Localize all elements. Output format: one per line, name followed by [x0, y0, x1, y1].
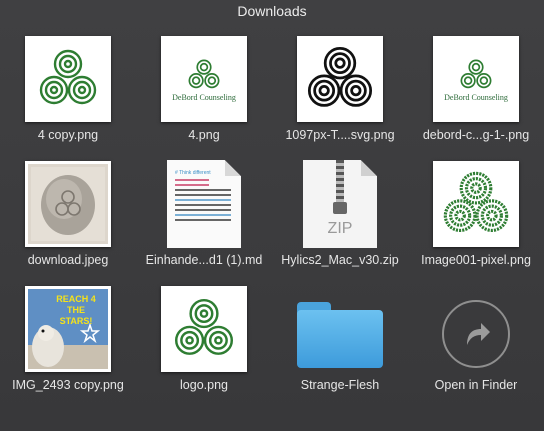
file-item-markdown[interactable]: # Think different Einhande...d1 (1).md	[136, 151, 272, 276]
file-item-4-copy[interactable]: 4 copy.png	[0, 26, 136, 151]
logo-thumbnail: DeBord Counseling	[161, 36, 247, 122]
stone-photo-thumbnail	[25, 161, 111, 247]
triskele-pixel-thumbnail	[433, 161, 519, 247]
file-label: Image001-pixel.png	[421, 253, 531, 267]
folder-thumbnail	[297, 286, 383, 372]
logo-thumbnail: DeBord Counseling	[433, 36, 519, 122]
triskele-icon	[39, 49, 97, 105]
doc-heading: # Think different	[175, 170, 211, 176]
document-thumbnail: # Think different	[161, 160, 247, 248]
stone-photo-icon	[31, 167, 105, 241]
zip-thumbnail: ZIP	[297, 160, 383, 248]
file-item-1097px[interactable]: 1097px-T....svg.png	[272, 26, 408, 151]
triskele-icon	[307, 46, 373, 107]
logo-text: DeBord Counseling	[444, 92, 508, 102]
file-item-logo[interactable]: logo.png	[136, 276, 272, 401]
downloads-stack: Downloads 4 copy.png DeBord Counseling 4…	[0, 0, 544, 431]
file-item-download-jpeg[interactable]: download.jpeg	[0, 151, 136, 276]
file-label: 4 copy.png	[37, 128, 99, 142]
file-item-img2493[interactable]: REACH 4 THE STARS! IMG_2493 copy.png	[0, 276, 136, 401]
file-label: download.jpeg	[27, 253, 109, 267]
poster-text: REACH 4 THE STARS!	[56, 294, 96, 326]
zip-text: ZIP	[327, 220, 353, 237]
logo-text: DeBord Counseling	[172, 92, 236, 102]
triskele-thumbnail	[297, 36, 383, 122]
poster-photo-thumbnail: REACH 4 THE STARS!	[25, 286, 111, 372]
triskele-icon	[188, 59, 220, 88]
folder-item-strange-flesh[interactable]: Strange-Flesh	[272, 276, 408, 401]
triskele-thumbnail	[161, 286, 247, 372]
markdown-document-icon: # Think different	[167, 160, 241, 248]
open-in-finder-button[interactable]: Open in Finder	[408, 276, 544, 401]
file-label: logo.png	[180, 378, 228, 392]
triskele-icon	[460, 59, 492, 88]
file-item-4[interactable]: DeBord Counseling 4.png	[136, 26, 272, 151]
arrow-curved-icon	[442, 300, 510, 368]
triskele-icon	[443, 171, 509, 233]
file-item-image001[interactable]: Image001-pixel.png	[408, 151, 544, 276]
file-label: 1097px-T....svg.png	[285, 128, 395, 142]
zip-archive-icon: ZIP	[303, 160, 377, 248]
finder-thumbnail	[433, 286, 519, 372]
file-label: 4.png	[188, 128, 220, 142]
file-label: Einhande...d1 (1).md	[145, 253, 263, 267]
triskele-thumbnail	[25, 36, 111, 122]
stack-title: Downloads	[237, 3, 307, 19]
file-item-debord[interactable]: DeBord Counseling debord-c...g-1-.png	[408, 26, 544, 151]
file-label: debord-c...g-1-.png	[422, 128, 530, 142]
file-label: IMG_2493 copy.png	[12, 378, 124, 392]
file-grid: 4 copy.png DeBord Counseling 4.png 1097p…	[0, 26, 544, 401]
triskele-icon	[174, 298, 234, 355]
file-item-hylics-zip[interactable]: ZIP Hylics2_Mac_v30.zip	[272, 151, 408, 276]
file-label: Strange-Flesh	[300, 378, 380, 392]
open-in-finder-label: Open in Finder	[434, 378, 518, 392]
file-label: Hylics2_Mac_v30.zip	[281, 253, 399, 267]
folder-icon	[297, 302, 383, 368]
